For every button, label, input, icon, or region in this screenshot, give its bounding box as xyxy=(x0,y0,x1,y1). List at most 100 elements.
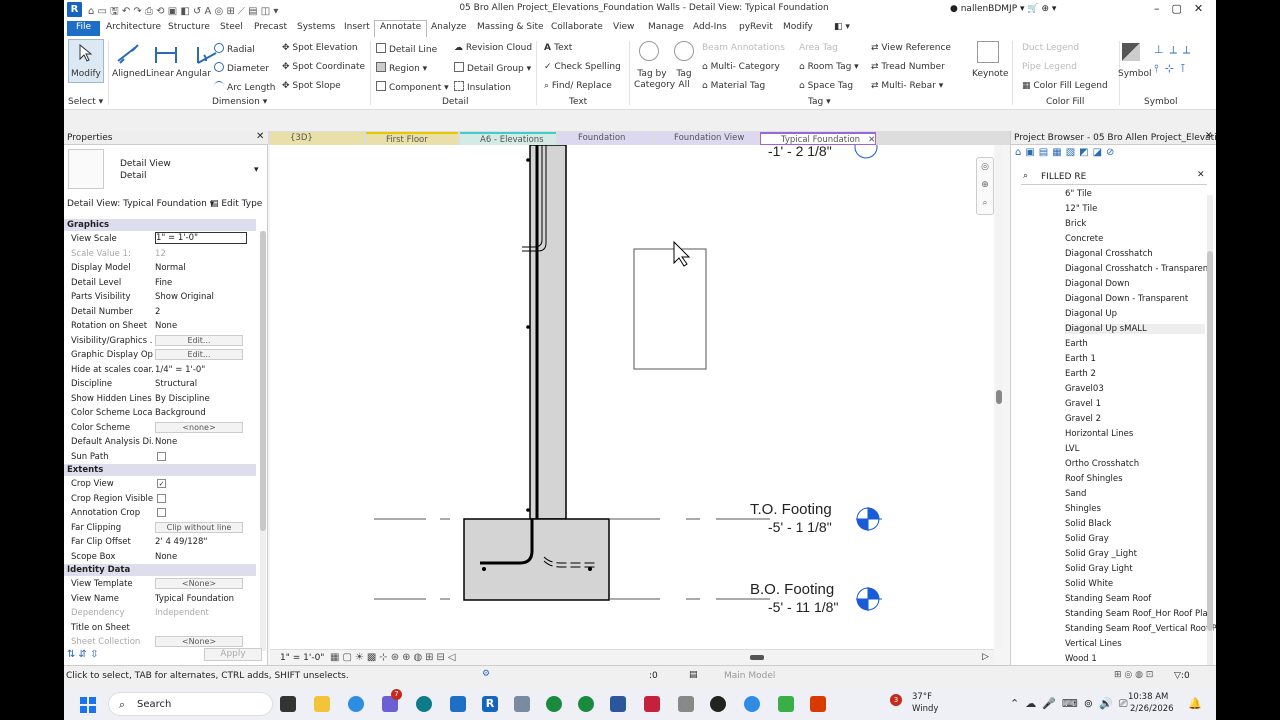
linear-button[interactable]: Linear xyxy=(146,69,174,79)
view-scale[interactable]: 1" = 1'-0" xyxy=(280,653,324,663)
beam-annotations-button[interactable]: Beam Annotations xyxy=(702,43,785,53)
scroll-right-icon[interactable]: ▷ xyxy=(982,652,989,662)
property-row[interactable]: Color Scheme Loca... Background xyxy=(67,406,259,421)
property-value[interactable]: By Discipline xyxy=(155,394,247,404)
properties-scrollbar[interactable] xyxy=(260,231,266,651)
tag-by-category-button[interactable]: Tag by Category xyxy=(634,69,675,91)
browser-item[interactable]: Solid Gray _Light xyxy=(1065,549,1137,559)
browser-item[interactable]: Diagonal Down xyxy=(1065,279,1129,289)
extents-section[interactable]: Extents xyxy=(64,464,256,476)
edge-icon[interactable] xyxy=(348,696,364,712)
property-row[interactable]: Detail Number 2 xyxy=(67,305,259,320)
tab-add-ins[interactable]: Add-Ins xyxy=(693,22,727,32)
text-button[interactable]: A Text xyxy=(544,43,572,53)
property-row[interactable]: Detail Level Fine xyxy=(67,276,259,291)
multi-rebar-button[interactable]: ⇄ Multi- Rebar ▾ xyxy=(871,81,943,91)
edit-type-button[interactable]: ▤ Edit Type xyxy=(210,199,262,209)
filter-count[interactable]: ▽:0 xyxy=(1174,671,1190,681)
browser-item[interactable]: Concrete xyxy=(1065,234,1103,244)
property-row[interactable]: Scope Box None xyxy=(67,550,259,565)
browser-item[interactable]: Gravel 1 xyxy=(1065,399,1101,409)
browser-item[interactable]: Sand xyxy=(1065,489,1086,499)
room-tag-button[interactable]: ⌂ Room Tag ▾ xyxy=(799,62,859,72)
color-fill-legend-button[interactable]: ▦ Color Fill Legend xyxy=(1022,81,1108,91)
property-row[interactable]: Crop Region Visible xyxy=(67,492,259,507)
graphics-section[interactable]: Graphics xyxy=(64,219,256,231)
property-value[interactable]: None xyxy=(155,552,247,562)
dimension-panel-label[interactable]: Dimension ▾ xyxy=(212,97,267,107)
tab-insert[interactable]: Insert xyxy=(344,22,370,32)
browser-item[interactable]: Diagonal Down - Transparent xyxy=(1065,294,1188,304)
close-icon[interactable]: ✕ xyxy=(256,131,264,142)
tab-modify[interactable]: Modify xyxy=(783,22,813,32)
view-tab-first-floor[interactable]: First Floor xyxy=(366,132,458,145)
find-replace-button[interactable]: ⌕ Find/ Replace xyxy=(544,81,612,91)
property-value[interactable]: 12 xyxy=(155,249,247,259)
view-selector[interactable]: Detail View: Typical Foundation ▾ xyxy=(67,199,214,209)
property-row[interactable]: Far Clip Offset 2' 4 49/128" xyxy=(67,535,259,550)
property-value[interactable]: 1" = 1'-0" xyxy=(155,232,247,244)
browser-item[interactable]: Standing Seam Roof_Vertical Roof Plan xyxy=(1065,624,1216,634)
ribbon-options-icon[interactable]: ◧ ▾ xyxy=(834,22,850,32)
diameter-button[interactable]: Diameter xyxy=(214,62,269,74)
horizontal-scroll-thumb[interactable] xyxy=(750,655,764,660)
tag-panel-label[interactable]: Tag ▾ xyxy=(808,97,831,107)
tab-steel[interactable]: Steel xyxy=(220,22,243,32)
calculator-icon[interactable] xyxy=(514,696,530,712)
browser-item[interactable]: Solid Gray xyxy=(1065,534,1109,544)
browser-item[interactable]: Solid Gray Light xyxy=(1065,564,1133,574)
property-button[interactable]: Clip without line xyxy=(155,521,243,533)
property-value[interactable]: 1/4" = 1'-0" xyxy=(155,365,247,375)
word-icon[interactable] xyxy=(610,696,626,712)
notifications-icon[interactable]: 🔔 xyxy=(1188,697,1202,710)
keynote-button[interactable]: Keynote xyxy=(972,69,1009,79)
tag-all-button[interactable]: Tag All xyxy=(674,69,694,91)
browser-item[interactable]: Vertical Lines xyxy=(1065,639,1122,649)
property-row[interactable]: Far Clipping Clip without line xyxy=(67,521,259,536)
tab-systems[interactable]: Systems xyxy=(297,22,335,32)
spot-slope-button[interactable]: ✥ Spot Slope xyxy=(282,81,341,91)
close-icon[interactable]: ✕ xyxy=(1205,131,1213,141)
property-checkbox[interactable] xyxy=(157,451,166,461)
aligned-button[interactable]: Aligned xyxy=(112,69,146,79)
close-tab-icon[interactable]: ✕ xyxy=(868,135,875,145)
clock-date[interactable]: 2/26/2026 xyxy=(1130,704,1174,714)
view-tab-foundation[interactable]: Foundation xyxy=(558,132,652,145)
property-row[interactable]: Scale Value 1: 12 xyxy=(67,247,259,262)
chrome-icon[interactable] xyxy=(546,696,562,712)
app-icon[interactable] xyxy=(416,696,432,712)
file-explorer-icon[interactable] xyxy=(314,696,330,712)
check-spelling-button[interactable]: ✓ Check Spelling xyxy=(544,62,621,72)
property-row[interactable]: Color Scheme <none> xyxy=(67,421,259,436)
space-tag-button[interactable]: ⌂ Space Tag xyxy=(799,81,853,91)
property-value[interactable]: Show Original xyxy=(155,292,247,302)
view-tab-a6-elevations[interactable]: A6 - Elevations xyxy=(460,132,556,145)
sort-icons[interactable]: ⇅ ⇵ ⇳ xyxy=(67,649,99,660)
browser-item[interactable]: Gravel03 xyxy=(1065,384,1104,394)
view-reference-button[interactable]: ⇄ View Reference xyxy=(871,43,951,53)
symbol-button[interactable]: Symbol xyxy=(1118,69,1152,79)
view-tab-3d[interactable]: {3D} xyxy=(270,132,364,145)
browser-item[interactable]: Standing Seam Roof_Hor Roof Plan xyxy=(1065,609,1213,619)
symbol-tools-2-icon[interactable]: ⫯⊹⊺ xyxy=(1154,62,1192,76)
property-button[interactable]: <none> xyxy=(155,421,243,433)
worksharing-icon[interactable]: ⚙ xyxy=(482,669,490,679)
property-row[interactable]: Rotation on Sheet None xyxy=(67,319,259,334)
tool-icon[interactable] xyxy=(678,696,694,712)
property-row[interactable]: Discipline Structural xyxy=(67,377,259,392)
browser-item[interactable]: Diagonal Crosshatch xyxy=(1065,249,1153,259)
browser-item[interactable]: Ortho Crosshatch xyxy=(1065,459,1139,469)
component-button[interactable]: Component ▾ xyxy=(376,81,449,93)
property-checkbox[interactable] xyxy=(157,508,166,517)
property-row[interactable]: Visibility/Graphics ... Edit... xyxy=(67,334,259,349)
window-controls[interactable]: –▢✕ xyxy=(1154,2,1215,15)
tab-pyrevit[interactable]: pyRevit xyxy=(739,22,773,32)
browser-scrollbar[interactable] xyxy=(1207,195,1213,665)
tab-massing-site[interactable]: Massing & Site xyxy=(477,22,544,32)
weather-temp[interactable]: 37°F xyxy=(912,692,932,702)
weather-desc[interactable]: Windy xyxy=(912,704,938,714)
active-model[interactable]: Main Model xyxy=(724,671,775,681)
browser-item[interactable]: Gravel 2 xyxy=(1065,414,1101,424)
layers-icon[interactable]: ▤ xyxy=(689,670,698,680)
property-value[interactable]: Structural xyxy=(155,379,247,389)
